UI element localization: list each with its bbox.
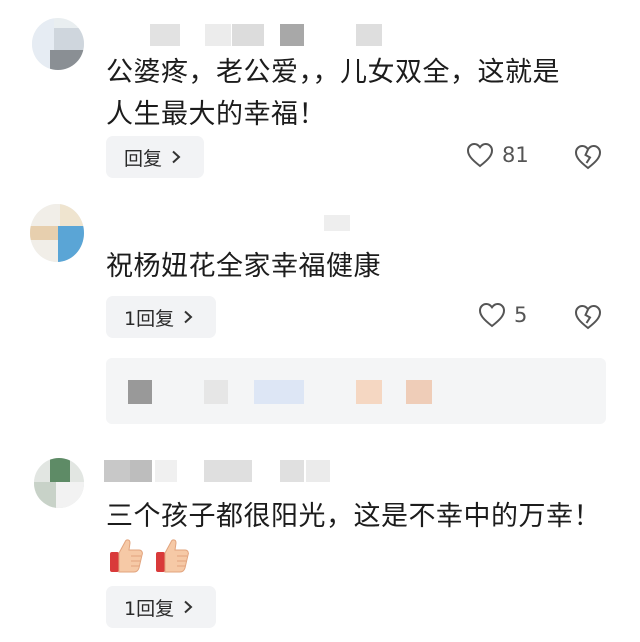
like-count: 81 [502, 143, 529, 167]
heart-outline-icon [466, 142, 494, 168]
reply-label: 1回复 [124, 307, 175, 330]
broken-heart-icon[interactable] [574, 144, 602, 170]
chevron-right-icon [184, 600, 193, 614]
thumbs-up-emoji [156, 539, 189, 573]
comment-text: 公婆疼，老公爱，，儿女双全，这就是 人生最大的幸福！ [106, 52, 560, 136]
comment-text-line: 人生最大的幸福！ [106, 99, 326, 130]
comment-text-line: 公婆疼，老公爱，，儿女双全，这就是 [106, 57, 560, 88]
broken-heart-icon[interactable] [574, 304, 602, 330]
reply-button[interactable]: 回复 [106, 136, 204, 178]
like-button[interactable]: 81 [466, 142, 529, 168]
reply-button[interactable]: 1回复 [106, 586, 216, 628]
avatar[interactable] [34, 458, 84, 508]
emoji-row [108, 536, 192, 574]
avatar[interactable] [30, 204, 84, 262]
comment-text: 祝杨妞花全家幸福健康 [106, 246, 381, 288]
reply-button[interactable]: 1回复 [106, 296, 216, 338]
reply-label: 1回复 [124, 597, 175, 620]
chevron-right-icon [172, 150, 181, 164]
reply-label: 回复 [124, 147, 163, 170]
reply-preview-panel[interactable] [106, 358, 606, 424]
like-count: 5 [514, 303, 528, 327]
comment-text-line: 祝杨妞花全家幸福健康 [106, 251, 381, 282]
heart-outline-icon [478, 302, 506, 328]
avatar[interactable] [32, 18, 84, 70]
comment-text: 三个孩子都很阳光，这是不幸中的万幸！ [106, 496, 601, 538]
chevron-right-icon [184, 310, 193, 324]
thumbs-up-emoji [110, 539, 143, 573]
comment-text-line: 三个孩子都很阳光，这是不幸中的万幸！ [106, 501, 601, 532]
like-button[interactable]: 5 [478, 302, 527, 328]
